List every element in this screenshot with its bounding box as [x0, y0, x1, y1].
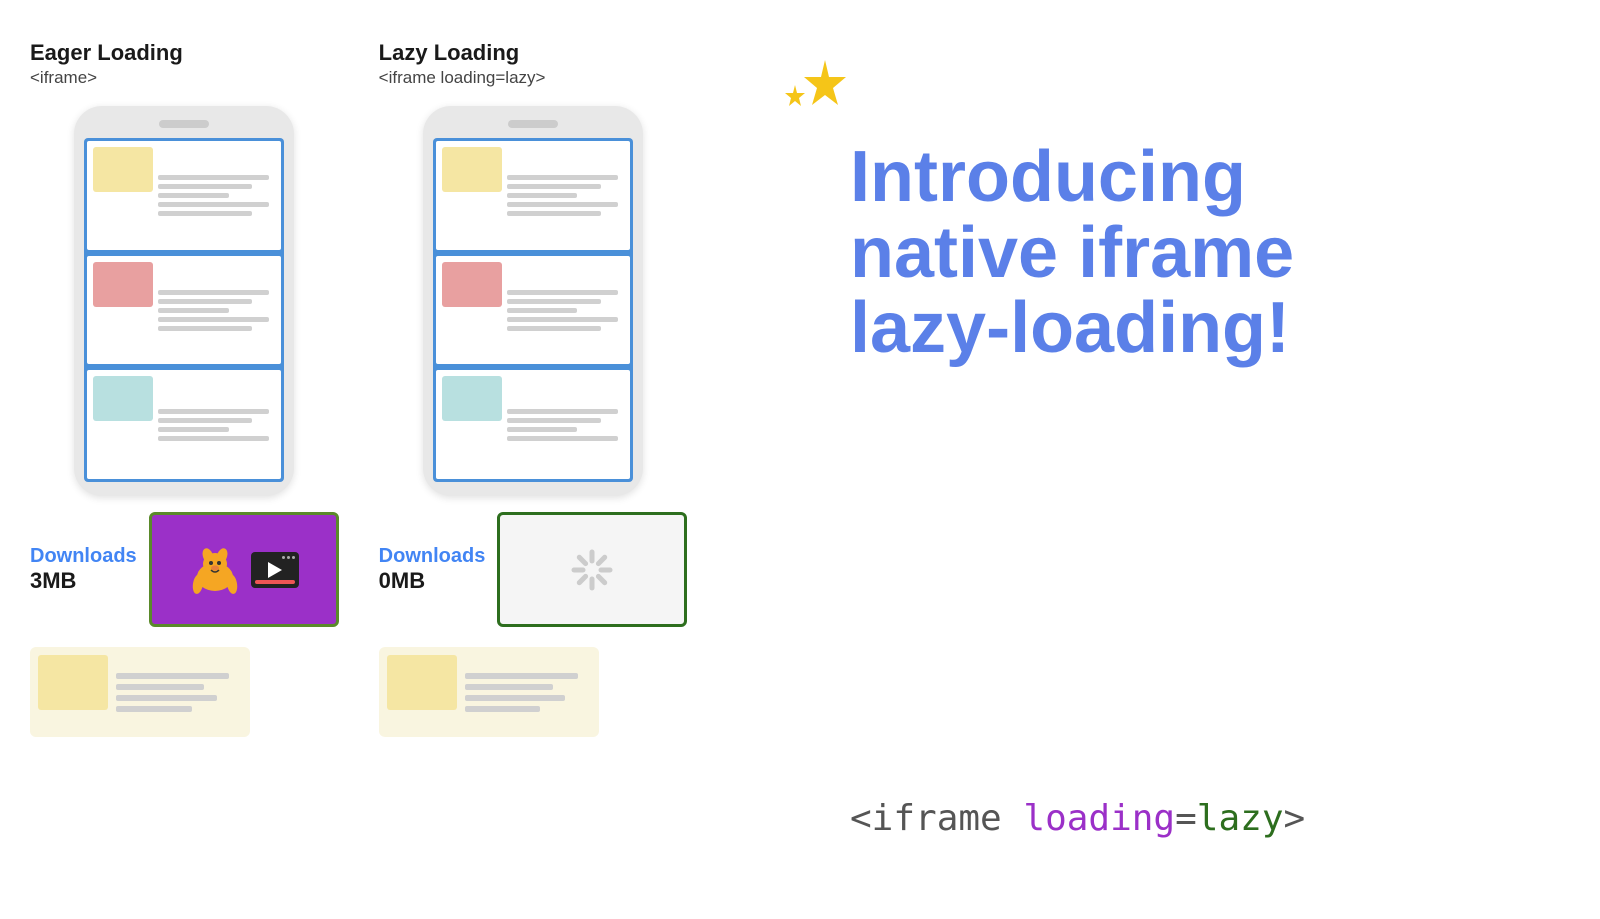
lazy-downloads-size: 0MB: [379, 568, 486, 594]
video-box: [251, 552, 299, 588]
screen-image-yellow: [93, 147, 153, 192]
eager-iframe-preview: [149, 512, 339, 627]
lazy-content-card: [379, 647, 599, 737]
code-snippet: <iframe loading=lazy>: [850, 798, 1570, 839]
content-card-image: [38, 655, 108, 710]
lazy-section-1: [436, 141, 630, 250]
lazy-header: Lazy Loading <iframe loading=lazy>: [379, 40, 688, 88]
lazy-lines-1: [507, 147, 624, 244]
lazy-lines-2: [507, 262, 624, 359]
screen-section-1: [87, 141, 281, 250]
play-triangle: [268, 562, 282, 578]
lazy-content-card-image: [387, 655, 457, 710]
eager-title: Eager Loading: [30, 40, 339, 66]
eager-column: Eager Loading <iframe>: [30, 40, 339, 899]
screen-lines-1: [158, 147, 275, 244]
lazy-content-card-lines: [465, 655, 591, 729]
eager-content-card: [30, 647, 250, 737]
video-progress-bar: [255, 580, 295, 584]
main-container: Eager Loading <iframe>: [0, 0, 1600, 919]
code-close: >: [1284, 798, 1306, 839]
code-lazy: lazy: [1197, 798, 1284, 839]
lazy-subtitle: <iframe loading=lazy>: [379, 68, 688, 88]
eager-header: Eager Loading <iframe>: [30, 40, 339, 88]
code-iframe: <iframe: [850, 798, 1023, 839]
screen-lines-3: [158, 376, 275, 473]
intro-text-area: Introducing native iframe lazy-loading!: [850, 140, 1570, 387]
eager-downloads-area: Downloads 3MB: [30, 512, 339, 627]
lazy-image-teal: [442, 376, 502, 421]
intro-title: Introducing native iframe lazy-loading!: [850, 140, 1570, 367]
eager-downloads-info: Downloads 3MB: [30, 545, 137, 594]
screen-section-2: [87, 256, 281, 365]
eager-bottom-content: [30, 647, 339, 737]
screen-lines-2: [158, 262, 275, 359]
right-section: Introducing native iframe lazy-loading! …: [790, 40, 1570, 899]
lazy-lines-3: [507, 376, 624, 473]
lazy-phone: [423, 106, 643, 496]
content-card-lines: [116, 655, 242, 729]
dog-icon: [188, 542, 243, 597]
eager-downloads-label: Downloads: [30, 545, 137, 568]
screen-image-red: [93, 262, 153, 307]
lazy-screen: [433, 138, 633, 482]
dog-video-content: [180, 534, 307, 605]
phone-notch: [159, 120, 209, 128]
code-loading: loading: [1023, 798, 1175, 839]
sparkle-area: [770, 55, 850, 130]
eager-screen: [84, 138, 284, 482]
screen-image-teal: [93, 376, 153, 421]
sparkle-icon: [770, 55, 850, 125]
eager-phone: [74, 106, 294, 496]
lazy-column: Lazy Loading <iframe loading=lazy>: [379, 40, 688, 899]
lazy-phone-notch: [508, 120, 558, 128]
lazy-bottom-content: [379, 647, 688, 737]
lazy-downloads-info: Downloads 0MB: [379, 545, 486, 594]
loading-spinner-icon: [557, 540, 627, 600]
video-dots: [282, 556, 295, 559]
eager-downloads-size: 3MB: [30, 568, 137, 594]
lazy-image-red: [442, 262, 502, 307]
screen-section-3: [87, 370, 281, 479]
lazy-iframe-preview: [497, 512, 687, 627]
lazy-section-2: [436, 256, 630, 365]
code-equals: =: [1175, 798, 1197, 839]
left-section: Eager Loading <iframe>: [30, 40, 790, 899]
code-area: <iframe loading=lazy>: [850, 778, 1570, 899]
lazy-downloads-label: Downloads: [379, 545, 486, 568]
eager-subtitle: <iframe>: [30, 68, 339, 88]
lazy-section-3: [436, 370, 630, 479]
lazy-downloads-area: Downloads 0MB: [379, 512, 688, 627]
lazy-title: Lazy Loading: [379, 40, 688, 66]
lazy-image-yellow: [442, 147, 502, 192]
